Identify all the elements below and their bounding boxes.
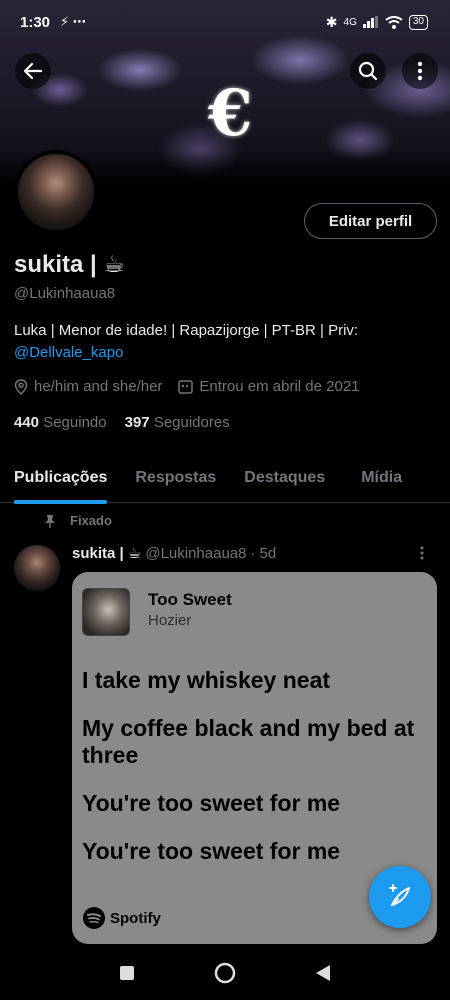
tweet-header: sukita | ☕ @Lukinhaaua8 · 5d: [72, 544, 437, 563]
pinned-indicator: Fixado: [44, 513, 112, 528]
joined-text: Entrou em abril de 2021: [199, 378, 360, 395]
tab-posts[interactable]: Publicações: [14, 455, 108, 504]
spotify-brand: Spotify: [82, 906, 161, 930]
more-options-button[interactable]: [402, 53, 438, 89]
signal-icon: [362, 16, 378, 28]
tweet-author-name[interactable]: sukita | ☕: [72, 544, 141, 562]
recent-apps-icon[interactable]: [119, 965, 135, 981]
tweet-author-handle[interactable]: @Lukinhaaua8: [145, 545, 246, 562]
tab-media[interactable]: Mídia: [361, 455, 402, 503]
spotify-icon: [83, 907, 105, 929]
following-label: Seguindo: [43, 414, 107, 431]
bio-mention-link[interactable]: @Dellvale_kapo: [14, 344, 123, 361]
network-type: 4G: [343, 16, 357, 28]
song-artist: Hozier: [148, 612, 192, 629]
home-icon[interactable]: [213, 961, 237, 985]
edit-profile-button[interactable]: Editar perfil: [304, 203, 437, 239]
followers-count: 397: [124, 414, 150, 431]
search-icon: [358, 61, 378, 81]
tab-replies[interactable]: Respostas: [135, 455, 216, 503]
profile-tabs: Publicações Respostas Destaques Mídia: [0, 455, 450, 504]
spotify-label: Spotify: [110, 909, 161, 927]
back-triangle-icon[interactable]: [315, 964, 331, 982]
followers-label: Seguidores: [153, 414, 230, 431]
lyric-line: You're too sweet for me: [82, 790, 341, 816]
lyric-line: You're too sweet for me: [82, 838, 341, 864]
joined-item: Entrou em abril de 2021: [178, 378, 360, 395]
profile-bio: Luka | Menor de idade! | Rapazijorge | P…: [14, 320, 434, 364]
notification-icons: ⚡ ⋯: [60, 14, 86, 29]
display-name: sukita | ☕: [14, 251, 125, 278]
calendar-icon: [178, 380, 194, 394]
compose-feather-icon: [389, 884, 410, 906]
status-time: 1:30: [20, 13, 51, 31]
compose-post-button[interactable]: [369, 866, 431, 928]
pin-icon: [45, 514, 55, 528]
back-arrow-icon: [23, 62, 43, 80]
album-art: [82, 588, 130, 636]
profile-avatar[interactable]: [14, 150, 98, 234]
back-button[interactable]: [15, 53, 51, 89]
system-nav-bar: [0, 945, 450, 1000]
tweet-time[interactable]: 5d: [259, 545, 276, 562]
following-count: 440: [14, 414, 40, 431]
following-link[interactable]: 440 Seguindo: [14, 414, 107, 431]
lyrics-block: I take my whiskey neat My coffee black a…: [82, 667, 427, 886]
wifi-icon: [385, 15, 403, 29]
profile-handle: @Lukinhaaua8: [14, 285, 116, 302]
status-right: ✱ 4G 30: [326, 14, 428, 31]
tweet-more-button[interactable]: [420, 546, 424, 564]
followers-link[interactable]: 397 Seguidores: [125, 414, 230, 431]
more-vertical-icon: [417, 61, 423, 81]
song-title: Too Sweet: [148, 590, 232, 609]
search-button[interactable]: [350, 53, 386, 89]
bio-text: Luka | Menor de idade! | Rapazijorge | P…: [14, 322, 359, 339]
battery-indicator: 30: [408, 14, 428, 30]
lyric-line: My coffee black and my bed at three: [82, 715, 415, 768]
location-pin-icon: [14, 378, 28, 395]
pronouns-text: he/him and she/her: [34, 378, 163, 395]
pronouns-item: he/him and she/her: [14, 378, 162, 395]
banner-logo: €: [208, 76, 253, 151]
status-left: 1:30 ⚡ ⋯: [20, 14, 86, 31]
follow-counts: 440 Seguindo 397 Seguidores: [14, 414, 230, 431]
lyric-line: I take my whiskey neat: [82, 667, 331, 693]
pinned-label: Fixado: [70, 513, 112, 528]
tab-highlights[interactable]: Destaques: [244, 455, 325, 503]
bluetooth-icon: ✱: [325, 13, 338, 30]
profile-meta: he/him and she/her Entrou em abril de 20…: [14, 378, 360, 395]
tweet-avatar[interactable]: [14, 545, 60, 591]
more-vertical-icon: [420, 546, 424, 560]
tweet-separator: ·: [250, 544, 256, 562]
status-bar: 1:30 ⚡ ⋯ ✱ 4G 30: [0, 0, 450, 44]
